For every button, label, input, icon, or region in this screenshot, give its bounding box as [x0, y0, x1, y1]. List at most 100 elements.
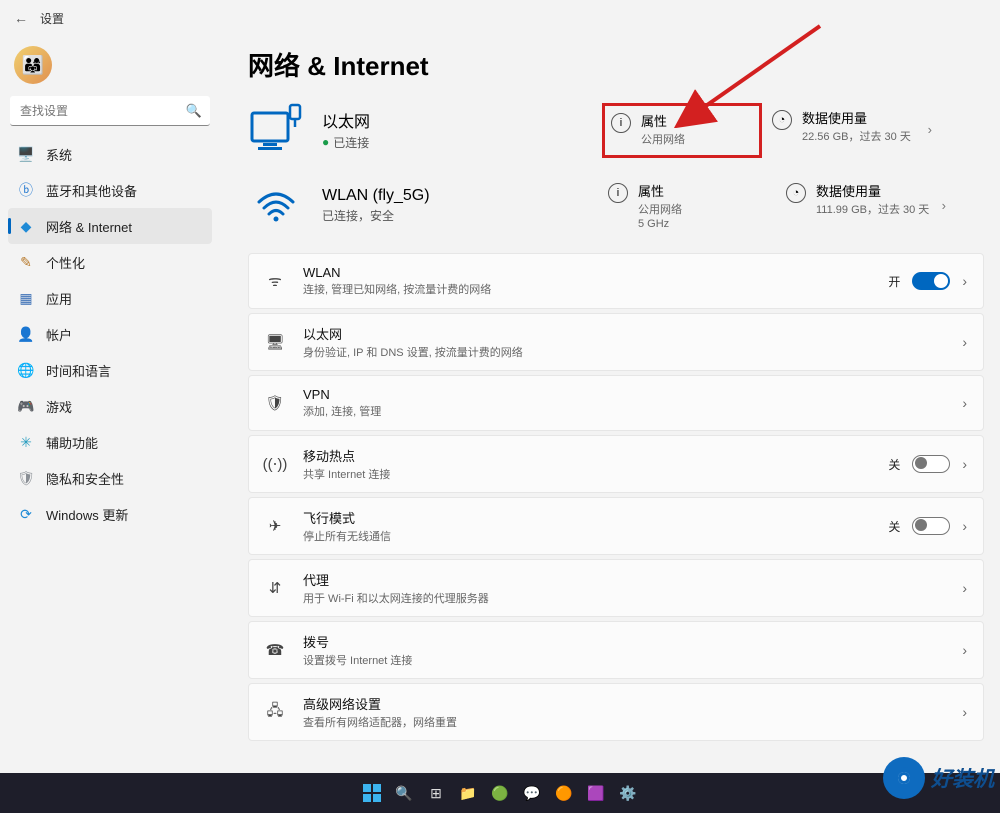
list-subtitle: 查看所有网络适配器，网络重置 [303, 714, 944, 730]
proxy-icon: ⇵ [265, 579, 285, 597]
settings-item-proxy[interactable]: ⇵ 代理 用于 Wi-Fi 和以太网连接的代理服务器 › [248, 559, 984, 617]
user-avatar[interactable]: 👨‍👩‍👧 [14, 46, 52, 84]
nav-label: 帐户 [46, 325, 72, 344]
wlan-prop-sub: 公用网络 [638, 201, 682, 217]
search-box: 🔍 [10, 96, 210, 126]
chevron-right-icon: › [962, 273, 967, 289]
nav-icon: 👤 [18, 326, 34, 343]
wlan-usage-sub: 111.99 GB，过去 30 天 [816, 201, 929, 217]
sidebar-item-3[interactable]: ✎个性化 [8, 244, 212, 280]
header-title: 设置 [40, 10, 64, 27]
nav-label: 游戏 [46, 397, 72, 416]
ethernet-icon [248, 101, 304, 157]
network-row-wlan: WLAN (fly_5G) 已连接，安全 i 属性 公用网络 5 GHz [248, 177, 984, 233]
settings-item-advanced[interactable]: 🖧 高级网络设置 查看所有网络适配器，网络重置 › [248, 683, 984, 741]
toggle-hotspot[interactable] [912, 455, 950, 473]
nav-label: 应用 [46, 289, 72, 308]
dialup-icon: ☎ [265, 641, 285, 659]
sidebar-item-5[interactable]: 👤 帐户 [8, 316, 212, 352]
sidebar: 👨‍👩‍👧 🔍 🖥️系统ⓑ蓝牙和其他设备◆网络 & Internet✎个性化 ▦ 应… [0, 36, 220, 773]
toggle-state-label: 开 [888, 273, 900, 290]
nav-icon: 🖥️ [18, 146, 34, 163]
ethernet-prop-title: 属性 [641, 111, 685, 130]
data-usage-icon: ◔ [786, 183, 806, 203]
chevron-right-icon: › [962, 704, 967, 720]
chevron-right-icon: › [962, 456, 967, 472]
chevron-right-icon: › [962, 580, 967, 596]
network-row-ethernet: 以太网 ●已连接 i 属性 公用网络 ◔ [248, 101, 984, 157]
file-explorer-icon[interactable]: 📁 [455, 780, 481, 806]
chevron-right-icon: › [962, 334, 967, 350]
sidebar-item-1[interactable]: ⓑ蓝牙和其他设备 [8, 172, 212, 208]
wlan-name: WLAN (fly_5G) [322, 187, 430, 205]
list-title: VPN [303, 387, 944, 402]
sidebar-item-7[interactable]: 🎮 游戏 [8, 388, 212, 424]
sidebar-item-0[interactable]: 🖥️系统 [8, 136, 212, 172]
list-subtitle: 添加, 连接, 管理 [303, 403, 944, 419]
settings-item-dialup[interactable]: ☎ 拨号 设置拨号 Internet 连接 › [248, 621, 984, 679]
connected-dot-icon: ● [322, 135, 329, 149]
ethernet-icon: 🖥 [265, 333, 285, 351]
sidebar-item-4[interactable]: ▦ 应用 [8, 280, 212, 316]
sidebar-item-2[interactable]: ◆网络 & Internet [8, 208, 212, 244]
chevron-right-icon: › [928, 122, 932, 137]
toggle-airplane[interactable] [912, 517, 950, 535]
ethernet-usage-card[interactable]: ◔ 数据使用量 22.56 GB，过去 30 天 › [772, 108, 932, 150]
list-subtitle: 用于 Wi-Fi 和以太网连接的代理服务器 [303, 590, 944, 606]
sidebar-item-9[interactable]: 🛡隐私和安全性 [8, 460, 212, 496]
search-input[interactable] [10, 96, 210, 126]
chevron-right-icon: › [962, 518, 967, 534]
list-title: 飞行模式 [303, 508, 870, 527]
sidebar-item-6[interactable]: 🌐时间和语言 [8, 352, 212, 388]
list-subtitle: 设置拨号 Internet 连接 [303, 652, 944, 668]
list-title: 代理 [303, 570, 944, 589]
list-title: WLAN [303, 265, 870, 280]
ethernet-status: 已连接 [333, 134, 369, 151]
start-button[interactable] [359, 780, 385, 806]
nav-label: 隐私和安全性 [46, 469, 124, 488]
hotspot-icon: ((⋅)) [265, 455, 285, 473]
wlan-properties-card[interactable]: i 属性 公用网络 5 GHz [608, 181, 768, 230]
info-icon: i [611, 113, 631, 133]
list-subtitle: 身份验证, IP 和 DNS 设置, 按流量计费的网络 [303, 344, 944, 360]
chrome-icon[interactable]: 🟠 [551, 780, 577, 806]
settings-item-ethernet[interactable]: 🖥 以太网 身份验证, IP 和 DNS 设置, 按流量计费的网络 › [248, 313, 984, 371]
list-subtitle: 停止所有无线通信 [303, 528, 870, 544]
settings-item-vpn[interactable]: 🛡 VPN 添加, 连接, 管理 › [248, 375, 984, 431]
settings-taskbar-icon[interactable]: ⚙️ [615, 780, 641, 806]
sidebar-item-10[interactable]: ⟳ Windows 更新 [8, 496, 212, 532]
nav-icon: ◆ [18, 218, 34, 235]
ethernet-name: 以太网 [322, 108, 370, 132]
chevron-right-icon: › [962, 642, 967, 658]
wlan-usage-card[interactable]: ◔ 数据使用量 111.99 GB，过去 30 天 › [786, 181, 946, 230]
settings-item-airplane[interactable]: ✈ 飞行模式 停止所有无线通信 关› [248, 497, 984, 555]
list-subtitle: 共享 Internet 连接 [303, 466, 870, 482]
watermark: 好装机 [883, 757, 994, 799]
ethernet-prop-sub: 公用网络 [641, 131, 685, 147]
back-button[interactable]: ← [14, 10, 28, 26]
page-title: 网络 & Internet [248, 46, 984, 83]
wlan-icon: ᯤ [265, 271, 285, 291]
app-icon[interactable]: 🟪 [583, 780, 609, 806]
edge-icon[interactable]: 🟢 [487, 780, 513, 806]
wechat-icon[interactable]: 💬 [519, 780, 545, 806]
nav-icon: ⟳ [18, 506, 34, 523]
nav-label: Windows 更新 [46, 505, 128, 524]
wlan-band: 5 GHz [638, 218, 682, 230]
chevron-right-icon: › [962, 395, 967, 411]
wlan-usage-title: 数据使用量 [816, 181, 929, 200]
ethernet-properties-card[interactable]: i 属性 公用网络 [602, 103, 762, 158]
vpn-icon: 🛡 [265, 394, 285, 412]
settings-item-wlan[interactable]: ᯤ WLAN 连接, 管理已知网络, 按流量计费的网络 开› [248, 253, 984, 309]
nav-icon: 🎮 [18, 398, 34, 415]
wlan-prop-title: 属性 [638, 181, 682, 200]
info-icon: i [608, 183, 628, 203]
nav-icon: ▦ [18, 290, 34, 307]
toggle-wlan[interactable] [912, 272, 950, 290]
settings-item-hotspot[interactable]: ((⋅)) 移动热点 共享 Internet 连接 关› [248, 435, 984, 493]
task-view-icon[interactable]: ⊞ [423, 780, 449, 806]
search-taskbar-icon[interactable]: 🔍 [391, 780, 417, 806]
taskbar[interactable]: 🔍 ⊞ 📁 🟢 💬 🟠 🟪 ⚙️ [0, 773, 1000, 813]
sidebar-item-8[interactable]: ✳辅助功能 [8, 424, 212, 460]
main-content: 网络 & Internet 以太网 ● 已连接 i [220, 36, 1000, 773]
